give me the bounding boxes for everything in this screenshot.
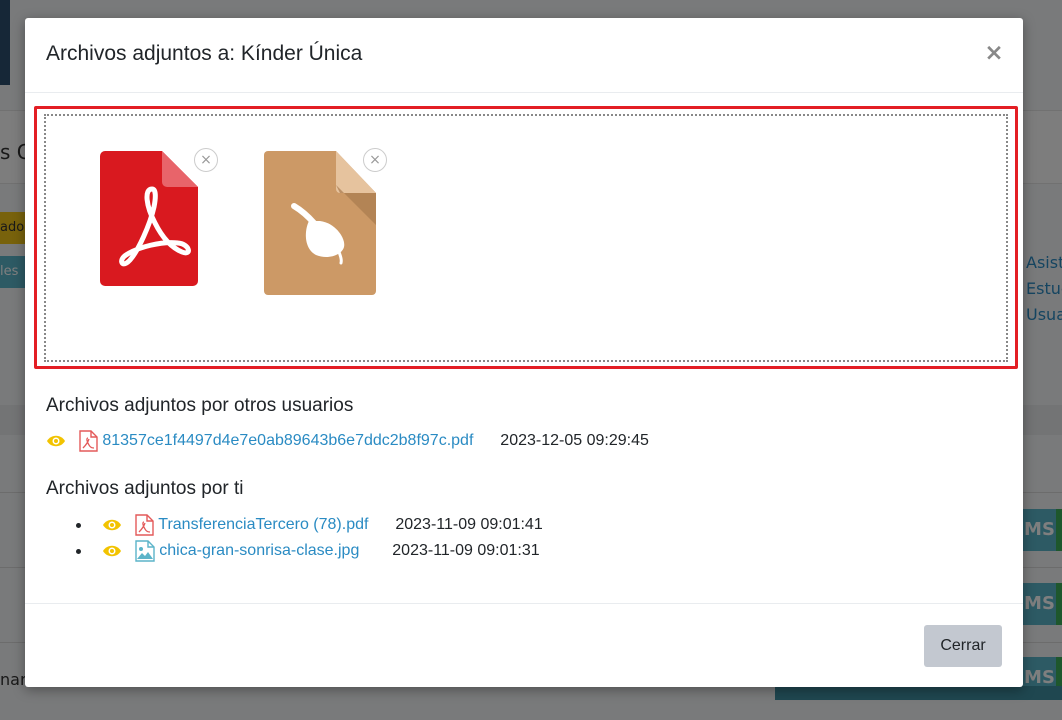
remove-file-button[interactable]: ×: [194, 148, 218, 172]
attachment-link[interactable]: 81357ce1f4497d4e7e0ab89643b6e7ddc2b8f97c…: [102, 432, 473, 449]
modal-header: Archivos adjuntos a: Kínder Única ×: [25, 18, 1023, 93]
list-item: 81357ce1f4497d4e7e0ab89643b6e7ddc2b8f97c…: [46, 429, 649, 453]
dropzone-file-pdf[interactable]: ×: [100, 148, 220, 301]
close-button[interactable]: ×: [983, 40, 1005, 66]
attachments-modal: Archivos adjuntos a: Kínder Única × × × …: [25, 18, 1023, 687]
list-item: chica-gran-sonrisa-clase.jpg 2023-11-09 …: [76, 539, 540, 563]
other-users-heading: Archivos adjuntos por otros usuarios: [46, 395, 354, 416]
image-file-icon: [264, 151, 376, 295]
pdf-icon: [135, 514, 154, 536]
remove-file-button[interactable]: ×: [363, 148, 387, 172]
list-item: TransferenciaTercero (78).pdf 2023-11-09…: [76, 513, 543, 537]
pdf-file-icon: [100, 151, 198, 286]
dropzone-file-image[interactable]: ×: [264, 148, 387, 301]
modal-title: Archivos adjuntos a: Kínder Única: [46, 42, 363, 65]
eye-icon[interactable]: [46, 434, 66, 448]
attachment-link[interactable]: TransferenciaTercero (78).pdf: [158, 516, 368, 533]
bullet-icon: [76, 522, 81, 528]
modal-footer: Cerrar: [25, 603, 1023, 688]
mine-heading: Archivos adjuntos por ti: [46, 478, 244, 499]
eye-icon[interactable]: [102, 544, 122, 558]
eye-icon[interactable]: [102, 518, 122, 532]
close-modal-button[interactable]: Cerrar: [924, 625, 1002, 667]
attachment-link[interactable]: chica-gran-sonrisa-clase.jpg: [159, 542, 359, 559]
image-icon: [135, 540, 155, 562]
attachment-date: 2023-12-05 09:29:45: [500, 432, 649, 449]
dropzone[interactable]: × ×: [44, 114, 1008, 362]
dropzone-highlight: × ×: [34, 106, 1018, 369]
attachment-date: 2023-11-09 09:01:41: [395, 516, 543, 533]
attachment-date: 2023-11-09 09:01:31: [392, 542, 540, 559]
pdf-icon: [79, 430, 98, 452]
bullet-icon: [76, 548, 81, 554]
